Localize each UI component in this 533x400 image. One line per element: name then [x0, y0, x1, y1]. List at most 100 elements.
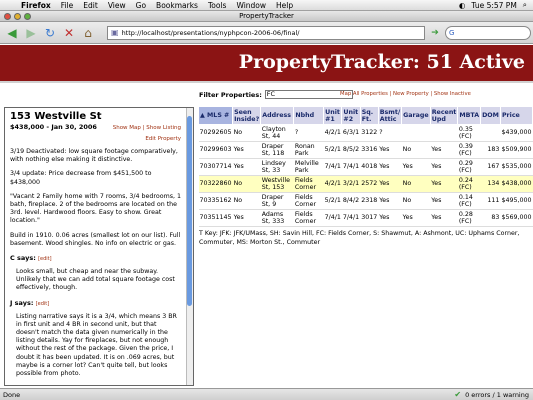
table-cell: Fields Corner: [293, 192, 324, 210]
table-cell: 183: [480, 141, 501, 159]
table-cell: 167: [480, 158, 501, 176]
table-cell: 0.28 (FC): [457, 209, 481, 227]
filter-links: Map All Properties | New Property | Show…: [340, 91, 471, 97]
battery-icon[interactable]: ◐: [459, 1, 466, 10]
table-row[interactable]: 70299603 Yes Draper St, 118 Ronan Park 5/2/1…: [198, 141, 533, 159]
url-bar[interactable]: ▣ http://localhost/presentations/nyphpco…: [107, 25, 425, 40]
table-cell: Yes: [378, 141, 402, 159]
page-favicon-icon: ▣: [111, 28, 119, 37]
table-cell: No: [232, 124, 261, 142]
spotlight-icon[interactable]: ⌕: [523, 0, 527, 10]
table-cell: 111: [480, 192, 501, 210]
table-cell: 0.14 (FC): [457, 192, 481, 210]
table-cell: 7/4/1: [323, 158, 342, 176]
search-bar[interactable]: G: [445, 25, 531, 40]
filter-row: Filter Properties: FC: [199, 90, 353, 99]
error-count[interactable]: 0 errors / 1 warning: [465, 391, 529, 399]
column-header[interactable]: DOM: [480, 106, 501, 125]
column-header[interactable]: Garage: [401, 106, 431, 125]
table-cell: 8/4/2: [341, 192, 361, 210]
app-title: PropertyTracker: 51 Active: [238, 51, 525, 73]
edit-comment-link[interactable]: [edit]: [36, 301, 50, 307]
scrollbar-thumb[interactable]: [187, 116, 192, 306]
table-cell: 7/4/1: [323, 209, 342, 227]
table-cell: 70299603: [198, 141, 233, 159]
table-cell: Westville St, 153: [260, 175, 294, 193]
table-cell: 2572: [360, 175, 379, 193]
menu-tools[interactable]: Tools: [203, 1, 231, 10]
table-cell: 4/2/1: [323, 124, 342, 142]
show-map-link[interactable]: Show Map: [113, 125, 141, 131]
comment-text: Looks small, but cheap and near the subw…: [16, 268, 175, 292]
table-cell: 7/4/1: [341, 158, 361, 176]
table-cell: Yes: [430, 209, 458, 227]
table-cell: 5/2/1: [323, 141, 342, 159]
table-cell: $509,900: [500, 141, 533, 159]
edit-property-link[interactable]: Edit Property: [10, 136, 181, 142]
search-engine-icon[interactable]: G: [449, 29, 454, 37]
menu-go[interactable]: Go: [131, 1, 151, 10]
table-cell: [401, 124, 431, 142]
window-title: PropertyTracker: [239, 12, 294, 20]
menu-file[interactable]: File: [56, 1, 79, 10]
column-header[interactable]: ▲ MLS #: [197, 106, 234, 125]
column-header[interactable]: Seen Inside?: [232, 106, 262, 125]
table-row[interactable]: 70322860 No Westville St, 153 Fields Corner…: [198, 175, 533, 193]
menu-bookmarks[interactable]: Bookmarks: [151, 1, 203, 10]
column-header[interactable]: Price: [499, 106, 533, 125]
table-cell: $535,000: [500, 158, 533, 176]
table-cell: 3122: [360, 124, 379, 142]
table-cell: 2318: [360, 192, 379, 210]
table-cell: 70292605: [198, 124, 233, 142]
new-property-link[interactable]: New Property: [393, 91, 429, 97]
table-cell: $569,000: [500, 209, 533, 227]
column-header[interactable]: Recent Upd: [429, 106, 459, 125]
table-cell: 3/2/1: [341, 175, 361, 193]
browser-toolbar: ◀ ▶ ↻ ✕ ⌂ ▣ http://localhost/presentatio…: [0, 22, 533, 44]
property-price-date: $438,000 - Jan 30, 2006: [10, 123, 97, 131]
table-row[interactable]: 70307714 Yes Lindsey St, 33 Melville Park 7/…: [198, 158, 533, 176]
column-header[interactable]: Unit #2: [341, 106, 361, 125]
column-header[interactable]: Address: [260, 106, 295, 125]
show-inactive-link[interactable]: Show Inactive: [434, 91, 471, 97]
property-detail-panel[interactable]: 153 Westville St $438,000 - Jan 30, 2006…: [4, 107, 194, 386]
status-text: Done: [3, 390, 21, 399]
forward-arrow-icon[interactable]: ▶: [23, 25, 39, 41]
clock[interactable]: Tue 5:57 PM: [471, 1, 516, 10]
zoom-window-icon[interactable]: [24, 13, 31, 20]
table-cell: Adams St, 333: [260, 209, 294, 227]
go-icon[interactable]: ➔: [428, 26, 442, 40]
close-window-icon[interactable]: [4, 13, 11, 20]
minimize-window-icon[interactable]: [14, 13, 21, 20]
map-all-link[interactable]: Map All Properties: [340, 91, 388, 97]
column-header[interactable]: Nbhd: [293, 106, 325, 125]
menu-firefox[interactable]: Firefox: [16, 1, 56, 10]
table-cell: 3017: [360, 209, 379, 227]
table-cell: 7/4/1: [341, 209, 361, 227]
table-cell: 5/2/1: [323, 192, 342, 210]
table-cell: Fields Corner: [293, 175, 324, 193]
stop-icon[interactable]: ✕: [61, 25, 77, 41]
menu-window[interactable]: Window: [231, 1, 271, 10]
detail-scrollbar[interactable]: [186, 108, 193, 385]
table-cell: No: [401, 175, 431, 193]
menu-edit[interactable]: Edit: [78, 1, 103, 10]
menu-help[interactable]: Help: [271, 1, 298, 10]
back-arrow-icon[interactable]: ◀: [4, 25, 20, 41]
table-row[interactable]: 70292605 No Clayton St, 44? 4/2/1 6/3/1 3122?…: [198, 124, 533, 142]
column-header[interactable]: Sq. Ft.: [359, 106, 379, 125]
menu-view[interactable]: View: [103, 1, 131, 10]
property-table: ▲ MLS # Seen Inside? Address Nbhd Unit #1 Uni…: [197, 106, 533, 227]
table-row[interactable]: 70351145 Yes Adams St, 333 Fields Corner 7/4…: [198, 209, 533, 227]
edit-comment-link[interactable]: [edit]: [38, 256, 52, 262]
home-icon[interactable]: ⌂: [80, 25, 96, 41]
column-header[interactable]: Bsmt/ Attic: [377, 106, 403, 125]
validator-ok-icon[interactable]: ✔: [454, 390, 461, 399]
show-listing-link[interactable]: Show Listing: [146, 125, 181, 131]
table-cell: $439,000: [500, 124, 533, 142]
column-header[interactable]: MBTA: [457, 106, 482, 125]
table-cell: 4/2/1: [323, 175, 342, 193]
table-row[interactable]: 70335162 No Draper St, 9 Fields Corner 5/2/1…: [198, 192, 533, 210]
column-header[interactable]: Unit #1: [323, 106, 343, 125]
reload-icon[interactable]: ↻: [42, 25, 58, 41]
